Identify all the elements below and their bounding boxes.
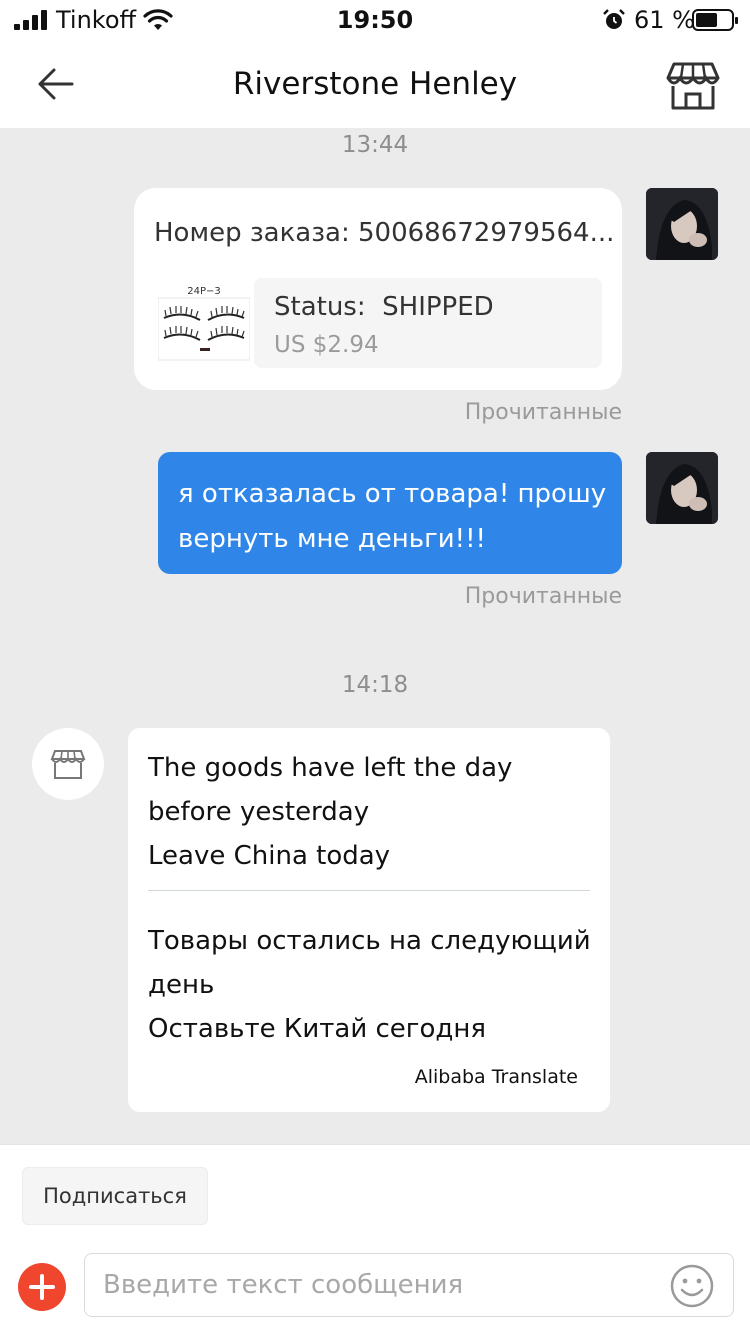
- reply-translated-text: Товары остались на следующий день Оставь…: [148, 919, 598, 1051]
- user-message-text: я отказалась от товара! прошу вернуть мн…: [178, 479, 607, 554]
- reply-line: Оставьте Китай сегодня: [148, 1014, 486, 1044]
- order-number: Номер заказа: 50068672979564...: [154, 218, 614, 248]
- chat-timestamp: 14:18: [341, 672, 409, 698]
- product-image-label: 24P−3: [187, 286, 221, 297]
- status-bar: Tinkoff 19:50 61 %: [0, 0, 750, 40]
- user-message-bubble[interactable]: я отказалась от товара! прошу вернуть мн…: [158, 452, 622, 574]
- back-arrow-icon[interactable]: [34, 62, 78, 106]
- translate-credit: Alibaba Translate: [414, 1066, 578, 1088]
- product-image[interactable]: 24P−3: [157, 280, 251, 362]
- chat-timestamp: 13:44: [341, 132, 409, 158]
- battery-percent: 61 %: [634, 6, 695, 34]
- eyelashes-image: 24P−3: [157, 286, 251, 361]
- user-avatar[interactable]: [646, 452, 718, 524]
- reply-line: Товары остались на следующий: [148, 926, 591, 956]
- reply-line: день: [148, 970, 215, 1000]
- product-info[interactable]: Status: SHIPPED US $2.94: [254, 278, 602, 368]
- shop-avatar[interactable]: [32, 728, 104, 800]
- read-receipt: Прочитанные: [464, 400, 622, 425]
- reply-line: before yesterday: [148, 797, 370, 827]
- message-field[interactable]: [84, 1253, 734, 1317]
- emoji-icon[interactable]: [669, 1263, 715, 1309]
- order-card[interactable]: Номер заказа: 50068672979564... 24P−3 St…: [134, 188, 622, 390]
- subscribe-button[interactable]: Подписаться: [22, 1167, 208, 1225]
- add-attachment-button[interactable]: [18, 1263, 66, 1311]
- top-bar: Tinkoff 19:50 61 % Riverstone Henley: [0, 0, 750, 128]
- user-avatar[interactable]: [646, 188, 718, 260]
- chat-title: Riverstone Henley: [232, 66, 518, 102]
- read-receipt: Прочитанные: [464, 584, 622, 609]
- reply-line: Leave China today: [148, 841, 391, 871]
- alarm-icon: [603, 9, 625, 29]
- battery-icon: [692, 9, 738, 31]
- storefront-icon: [50, 750, 86, 779]
- reply-divider: [148, 890, 590, 891]
- order-status: Status: SHIPPED: [274, 292, 494, 322]
- reply-line: The goods have left the day: [148, 753, 513, 783]
- storefront-icon[interactable]: [666, 60, 720, 112]
- composer: Подписаться: [0, 1144, 750, 1334]
- order-price: US $2.94: [274, 332, 379, 358]
- message-input[interactable]: [103, 1264, 663, 1306]
- reply-original-text: The goods have left the day before yeste…: [148, 746, 598, 878]
- shop-reply-bubble[interactable]: The goods have left the day before yeste…: [128, 728, 610, 1112]
